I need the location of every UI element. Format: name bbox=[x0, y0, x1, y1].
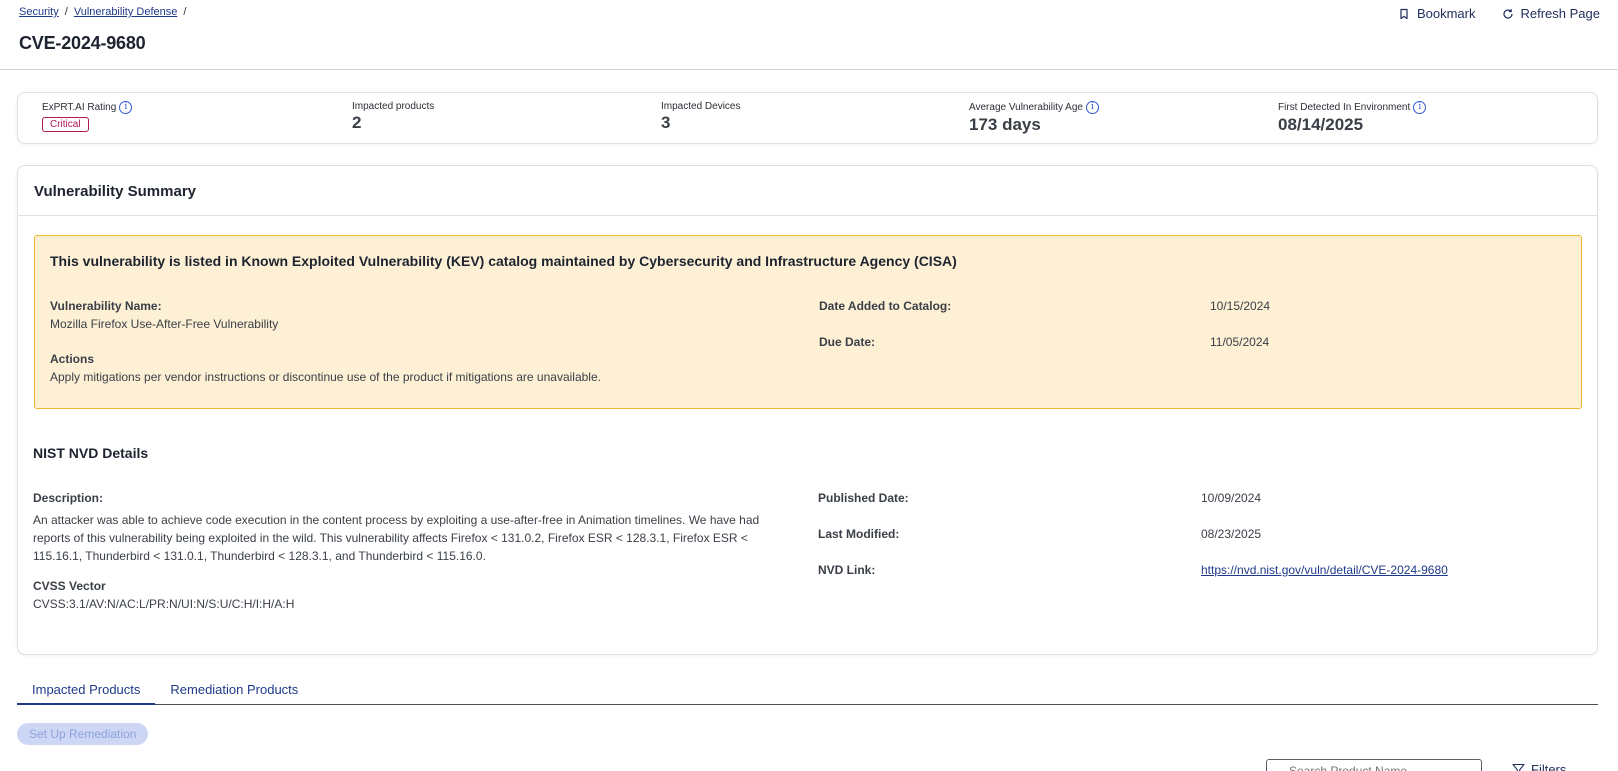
nvd-description-value: An attacker was able to achieve code exe… bbox=[33, 513, 760, 563]
breadcrumb: Security / Vulnerability Defense / bbox=[19, 6, 186, 18]
kev-due-date-value: 11/05/2024 bbox=[1210, 335, 1270, 349]
cvss-vector-label: CVSS Vector bbox=[33, 579, 106, 593]
breadcrumb-separator: / bbox=[183, 6, 187, 18]
vulnerability-summary-card: Vulnerability Summary This vulnerability… bbox=[17, 165, 1598, 655]
filter-icon bbox=[1512, 763, 1525, 771]
stat-first-detected: First Detected In Environment i 08/14/20… bbox=[1278, 101, 1427, 135]
kev-alert: This vulnerability is listed in Known Ex… bbox=[34, 235, 1582, 409]
impacted-devices-label: Impacted Devices bbox=[661, 101, 741, 112]
stat-impacted-products: Impacted products 2 bbox=[352, 101, 434, 133]
summary-title: Vulnerability Summary bbox=[18, 166, 1597, 216]
first-detected-value: 08/14/2025 bbox=[1278, 115, 1364, 134]
search-product-input[interactable] bbox=[1266, 759, 1482, 771]
breadcrumb-security[interactable]: Security bbox=[19, 6, 59, 18]
kev-date-added-value: 10/15/2024 bbox=[1210, 299, 1271, 313]
tab-remediation-products[interactable]: Remediation Products bbox=[155, 677, 313, 705]
impacted-products-value: 2 bbox=[352, 113, 362, 132]
filters-button[interactable]: Filters bbox=[1512, 762, 1566, 771]
header-actions: Bookmark Refresh Page bbox=[1398, 6, 1600, 21]
info-icon[interactable]: i bbox=[1413, 101, 1427, 114]
last-modified-value: 08/23/2025 bbox=[1201, 527, 1262, 541]
nvd-link[interactable]: https://nvd.nist.gov/vuln/detail/CVE-202… bbox=[1201, 563, 1448, 577]
kev-date-added-label: Date Added to Catalog: bbox=[819, 299, 952, 313]
rating-label: ExPRT.AI Rating bbox=[42, 102, 117, 113]
kev-title: This vulnerability is listed in Known Ex… bbox=[50, 253, 957, 269]
first-detected-label: First Detected In Environment bbox=[1278, 102, 1411, 113]
refresh-label: Refresh Page bbox=[1520, 6, 1601, 21]
stat-rating: ExPRT.AI Rating i Critical bbox=[42, 101, 133, 132]
set-up-remediation-button[interactable]: Set Up Remediation bbox=[17, 723, 149, 745]
impacted-products-label: Impacted products bbox=[352, 101, 435, 112]
published-date-value: 10/09/2024 bbox=[1201, 491, 1262, 505]
header-divider bbox=[0, 69, 1618, 70]
average-age-value: 173 days bbox=[969, 115, 1041, 134]
kev-name-value: Mozilla Firefox Use-After-Free Vulnerabi… bbox=[50, 317, 279, 331]
average-age-label: Average Vulnerability Age bbox=[969, 102, 1083, 113]
severity-badge: Critical bbox=[42, 117, 89, 132]
stat-average-age: Average Vulnerability Age i 173 days bbox=[969, 101, 1099, 135]
breadcrumb-vulnerability-defense[interactable]: Vulnerability Defense bbox=[74, 6, 178, 18]
impacted-devices-value: 3 bbox=[661, 113, 671, 132]
bookmark-button[interactable]: Bookmark bbox=[1398, 6, 1476, 21]
product-tabs: Impacted Products Remediation Products bbox=[17, 677, 1598, 705]
nvd-link-label: NVD Link: bbox=[818, 563, 876, 577]
nvd-description-label: Description: bbox=[33, 491, 104, 505]
refresh-icon bbox=[1502, 8, 1513, 19]
kev-name-label: Vulnerability Name: bbox=[50, 299, 162, 313]
tab-impacted-products[interactable]: Impacted Products bbox=[17, 677, 156, 705]
nvd-title: NIST NVD Details bbox=[33, 445, 149, 461]
last-modified-label: Last Modified: bbox=[818, 527, 900, 541]
published-date-label: Published Date: bbox=[818, 491, 909, 505]
bookmark-icon bbox=[1400, 8, 1408, 19]
stat-impacted-devices: Impacted Devices 3 bbox=[661, 101, 740, 133]
info-icon[interactable]: i bbox=[119, 101, 133, 114]
kev-actions-value: Apply mitigations per vendor instruction… bbox=[50, 370, 601, 384]
page-title: CVE-2024-9680 bbox=[19, 33, 146, 53]
breadcrumb-separator: / bbox=[64, 6, 68, 18]
kev-due-date-label: Due Date: bbox=[819, 335, 876, 349]
cvss-vector-value: CVSS:3.1/AV:N/AC:L/PR:N/UI:N/S:U/C:H/I:H… bbox=[33, 597, 295, 611]
info-icon[interactable]: i bbox=[1085, 101, 1099, 114]
refresh-page-button[interactable]: Refresh Page bbox=[1502, 6, 1601, 21]
bookmark-label: Bookmark bbox=[1416, 6, 1476, 21]
kev-actions-label: Actions bbox=[50, 352, 95, 366]
stats-card: ExPRT.AI Rating i Critical Impacted prod… bbox=[17, 92, 1598, 144]
filters-label: Filters bbox=[1531, 762, 1567, 771]
